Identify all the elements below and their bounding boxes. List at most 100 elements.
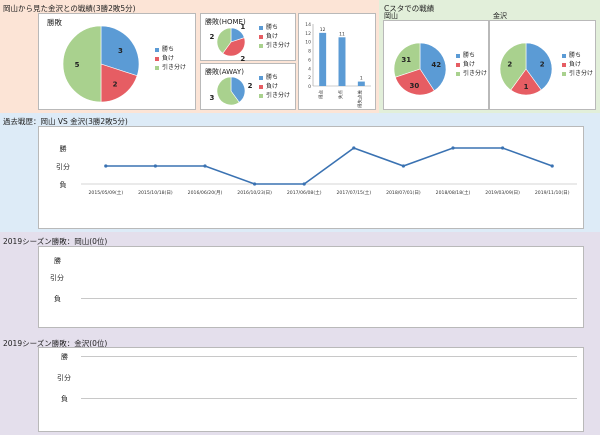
draw-slice-label: 5 — [75, 61, 80, 69]
loss-slice-label: 30 — [410, 82, 420, 90]
goals-bar-panel: 0 2 4 6 8 10 12 14 12 得点 11 失点 1 得失点差 — [298, 13, 376, 110]
x-tick-label: 2019/11/10(日) — [535, 190, 570, 196]
data-point — [451, 146, 455, 150]
win-swatch — [259, 75, 263, 80]
season-draw-label: 引分 — [50, 274, 64, 282]
win-swatch — [259, 25, 263, 30]
season-win-label: 勝 — [61, 353, 68, 361]
draw-slice-label: 2 — [507, 61, 512, 69]
bar — [319, 32, 327, 86]
home-legend: 勝ち 負け 引き分け — [259, 23, 290, 50]
okayama-pie-chart: 42 30 31 — [393, 42, 447, 96]
y-tick-label: 引分 — [56, 162, 70, 171]
bar-value-label: 1 — [360, 76, 363, 82]
legend-loss: 負け — [259, 82, 290, 91]
legend-win-label: 勝ち — [569, 52, 582, 59]
category-label: 得失点差 — [356, 90, 363, 108]
kanazawa-pie-panel: 2 1 2 勝ち 負け 引き分け — [489, 20, 596, 110]
data-point — [153, 164, 157, 168]
legend-draw: 引き分け — [259, 91, 290, 100]
season-loss-label: 負 — [61, 395, 68, 403]
draw-slice-label: 2 — [210, 33, 215, 41]
y-tick-label: 4 — [308, 66, 311, 72]
legend-draw-label: 引き分け — [266, 92, 291, 99]
series-line — [105, 147, 553, 185]
overall-pie-chart: 3 2 5 — [62, 25, 140, 102]
legend-loss-label: 負け — [463, 61, 476, 68]
draw-slice-label: 3 — [210, 94, 215, 102]
data-point — [104, 164, 108, 168]
data-point — [253, 182, 257, 186]
away-pie-panel: 勝敗(AWAY) 203 勝ち 負け 引き分け — [200, 63, 296, 110]
season-okayama-baseline — [81, 298, 577, 299]
home-pie-panel: 勝敗(HOME) 122 勝ち 負け 引き分け — [200, 13, 296, 62]
legend-win: 勝ち — [259, 23, 290, 32]
win-slice-label: 2 — [248, 82, 253, 90]
x-tick-label: 2016/10/23(日) — [237, 190, 272, 196]
draw-swatch — [259, 93, 263, 98]
win-swatch — [155, 47, 159, 52]
legend-loss: 負け — [259, 32, 290, 41]
y-tick-label: 2 — [308, 75, 311, 81]
win-slice-label: 42 — [431, 61, 441, 69]
history-line-panel: 勝引分負 2015/05/09(土) 2015/10/18(日) 2016/06/20… — [38, 126, 584, 229]
home-pie-chart: 1 2 2 — [210, 23, 246, 62]
season-draw-label: 引分 — [57, 374, 71, 382]
x-tick-label: 2019/03/09(日) — [485, 190, 520, 196]
season-kanazawa-section: 2019シーズン勝敗：金沢(0位) 勝 引分 負 — [0, 333, 600, 435]
goals-bar-chart: 0 2 4 6 8 10 12 14 12 得点 11 失点 1 得失点差 — [305, 22, 371, 108]
legend-win: 勝ち — [456, 51, 487, 60]
legend-win-label: 勝ち — [266, 74, 279, 81]
loss-swatch — [456, 62, 460, 67]
legend-draw-label: 引き分け — [266, 42, 291, 49]
y-tick-label: 8 — [308, 49, 311, 55]
x-tick-label: 2015/05/09(土) — [88, 189, 123, 196]
x-tick-label: 2017/07/15(土) — [336, 189, 371, 196]
loss-slice-label: 1 — [524, 83, 529, 91]
okayama-legend: 勝ち 負け 引き分け — [456, 51, 487, 78]
legend-win: 勝ち — [562, 51, 593, 60]
y-tick-label: 12 — [305, 31, 311, 37]
data-point — [352, 146, 356, 150]
x-tick-label: 2018/07/01(日) — [386, 190, 421, 196]
y-tick-label: 6 — [308, 57, 311, 63]
draw-swatch — [562, 71, 566, 76]
legend-loss-label: 負け — [266, 83, 279, 90]
legend-draw: 引き分け — [155, 63, 186, 72]
data-point — [203, 164, 207, 168]
season-kanazawa-topline — [81, 356, 577, 357]
kanazawa-pie-chart: 2 1 2 — [499, 42, 553, 96]
win-slice-label: 3 — [118, 47, 123, 55]
legend-draw-label: 引き分け — [569, 70, 594, 77]
season-kanazawa-baseline — [81, 398, 577, 399]
legend-draw: 引き分け — [456, 69, 487, 78]
overall-legend: 勝ち 負け 引き分け — [155, 45, 186, 72]
okayama-pie-panel: 42 30 31 勝ち 負け 引き分け — [383, 20, 489, 110]
y-tick-label: 10 — [305, 40, 311, 46]
legend-draw-label: 引き分け — [162, 64, 187, 71]
x-tick-label: 2018/08/18(土) — [436, 189, 471, 196]
category-label: 失点 — [337, 90, 344, 99]
season-okayama-panel: 勝 引分 負 — [38, 246, 584, 328]
draw-swatch — [155, 65, 159, 70]
data-point — [501, 146, 505, 150]
overall-record-section: 岡山から見た金沢との戦績(3勝2敗5分) 勝敗 325 勝ち 負け 引き分け 勝… — [0, 0, 379, 113]
legend-draw-label: 引き分け — [463, 70, 488, 77]
legend-loss-label: 負け — [266, 33, 279, 40]
draw-swatch — [259, 43, 263, 48]
bar-value-label: 12 — [320, 27, 326, 33]
legend-win-label: 勝ち — [162, 46, 175, 53]
away-legend: 勝ち 負け 引き分け — [259, 73, 290, 100]
kanazawa-legend: 勝ち 負け 引き分け — [562, 51, 593, 78]
history-line-chart: 勝引分負 2015/05/09(土) 2015/10/18(日) 2016/06/20… — [56, 144, 577, 196]
season-win-label: 勝 — [54, 257, 61, 265]
season-okayama-section: 2019シーズン勝敗：岡山(0位) 勝 引分 負 — [0, 232, 600, 333]
legend-loss-label: 負け — [569, 61, 582, 68]
y-tick-label: 14 — [305, 22, 311, 28]
loss-swatch — [259, 84, 263, 89]
bar — [338, 37, 346, 86]
y-tick-label: 勝 — [60, 144, 67, 153]
legend-draw: 引き分け — [259, 41, 290, 50]
win-slice-label: 1 — [240, 23, 245, 31]
legend-loss: 負け — [456, 60, 487, 69]
